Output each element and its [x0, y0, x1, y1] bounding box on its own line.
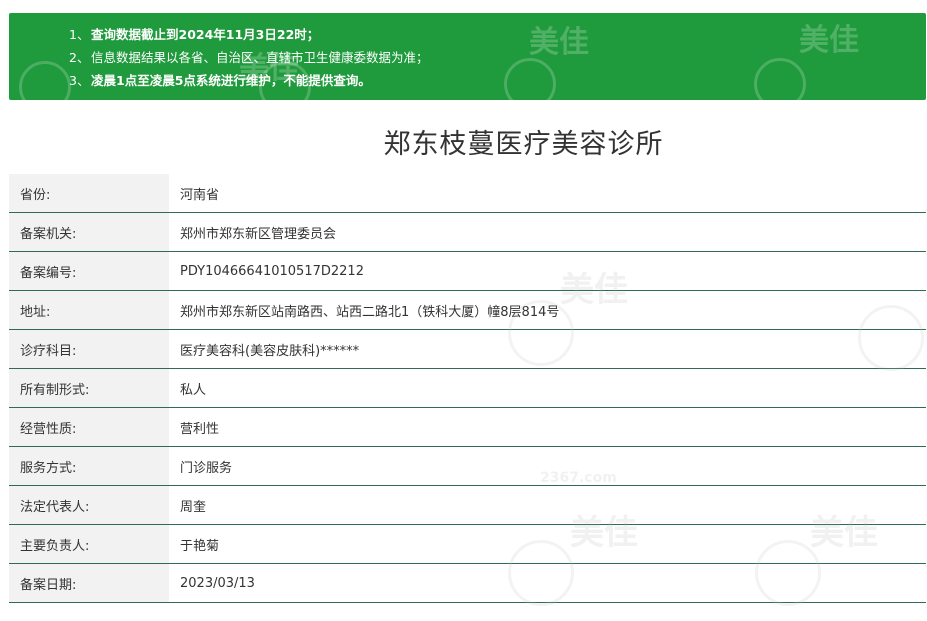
field-label: 省份:	[9, 174, 169, 213]
notice-text: 信息数据结果以各省、自治区、直辖市卫生健康委数据为准；	[91, 50, 429, 65]
field-value: 郑州市郑东新区管理委员会	[169, 212, 926, 252]
field-label: 诊疗科目:	[9, 329, 169, 369]
field-value: 于艳菊	[169, 524, 926, 564]
notice-text: 查询数据截止到2024年11月3日22时；	[91, 27, 320, 42]
table-row: 备案日期: 2023/03/13	[9, 563, 926, 603]
notice-text: 凌晨1点至凌晨5点系统进行维护，不能提供查询。	[91, 73, 371, 88]
notice-number: 3、	[69, 73, 90, 88]
table-row: 主要负责人: 于艳菊	[9, 524, 926, 564]
watermark-logo-icon	[19, 61, 71, 100]
field-label: 服务方式:	[9, 446, 169, 486]
notice-banner: 美佳 美佳 美佳 1、 查询数据截止到2024年11月3日22时； 2、 信息数据结…	[9, 13, 926, 100]
field-label: 地址:	[9, 290, 169, 330]
field-label: 法定代表人:	[9, 485, 169, 525]
table-row: 服务方式: 门诊服务	[9, 446, 926, 486]
field-value: 周奎	[169, 485, 926, 525]
field-label: 所有制形式:	[9, 368, 169, 408]
table-row: 省份: 河南省	[9, 174, 926, 213]
field-label: 备案日期:	[9, 563, 169, 603]
page-title: 郑东枝蔓医疗美容诊所	[383, 129, 664, 160]
field-value: 私人	[169, 368, 926, 408]
notice-number: 2、	[69, 50, 90, 65]
field-value: 2023/03/13	[169, 563, 926, 603]
notice-line-1: 1、 查询数据截止到2024年11月3日22时；	[69, 23, 926, 46]
table-row: 备案机关: 郑州市郑东新区管理委员会	[9, 212, 926, 252]
field-value: 郑州市郑东新区站南路西、站西二路北1（铁科大厦）幢8层814号	[169, 290, 926, 330]
table-row: 经营性质: 营利性	[9, 407, 926, 447]
field-label: 备案编号:	[9, 251, 169, 291]
clinic-info-table: 省份: 河南省 备案机关: 郑州市郑东新区管理委员会 备案编号: PDY1046…	[9, 174, 926, 603]
table-row: 备案编号: PDY10466641010517D2212	[9, 251, 926, 291]
field-label: 备案机关:	[9, 212, 169, 252]
field-value: 门诊服务	[169, 446, 926, 486]
field-label: 经营性质:	[9, 407, 169, 447]
table-row: 所有制形式: 私人	[9, 368, 926, 408]
field-value: PDY10466641010517D2212	[169, 251, 926, 291]
table-row: 地址: 郑州市郑东新区站南路西、站西二路北1（铁科大厦）幢8层814号	[9, 290, 926, 330]
field-value: 河南省	[169, 174, 926, 213]
notice-line-3: 3、 凌晨1点至凌晨5点系统进行维护，不能提供查询。	[69, 69, 926, 92]
notice-line-2: 2、 信息数据结果以各省、自治区、直辖市卫生健康委数据为准；	[69, 46, 926, 69]
notice-number: 1、	[69, 27, 90, 42]
field-value: 营利性	[169, 407, 926, 447]
field-value: 医疗美容科(美容皮肤科)******	[169, 329, 926, 369]
table-row: 法定代表人: 周奎	[9, 485, 926, 525]
table-row: 诊疗科目: 医疗美容科(美容皮肤科)******	[9, 329, 926, 369]
field-label: 主要负责人:	[9, 524, 169, 564]
